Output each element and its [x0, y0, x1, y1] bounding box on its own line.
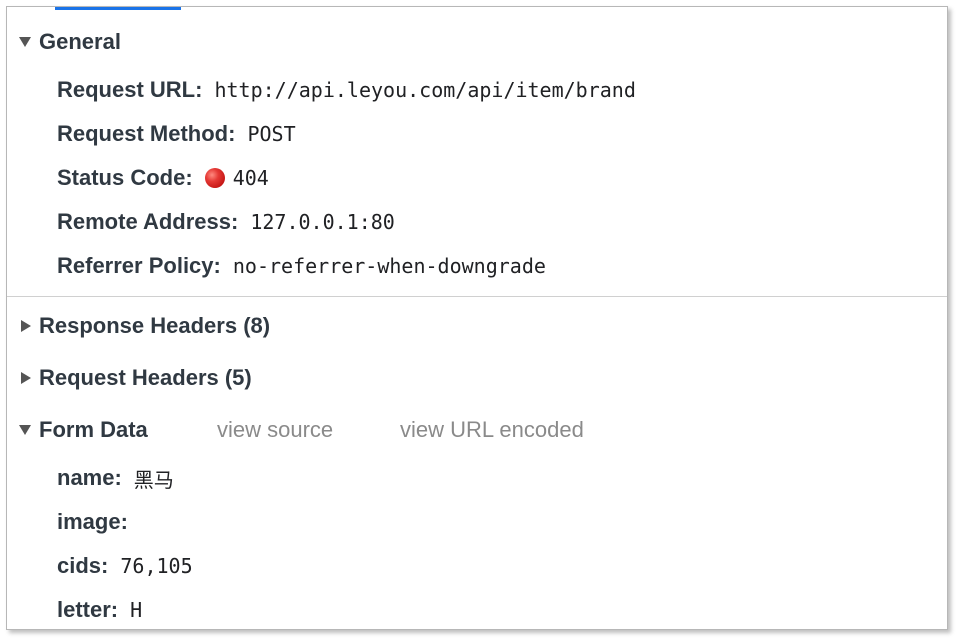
section-response-headers-title: Response Headers (8) — [39, 313, 271, 338]
view-url-encoded-label: view URL encoded — [400, 417, 584, 442]
request-method-value: POST — [247, 122, 296, 146]
request-url-value: http://api.leyou.com/api/item/brand — [214, 78, 636, 102]
form-letter-label: letter: — [57, 597, 119, 622]
form-name-label: name: — [57, 465, 122, 490]
referrer-policy-label: Referrer Policy: — [57, 253, 221, 278]
active-tab-indicator — [55, 7, 181, 10]
headers-panel: General Request URL: http://api.leyou.co… — [6, 6, 948, 630]
referrer-policy-value: no-referrer-when-downgrade — [232, 254, 546, 278]
triangle-down-icon — [19, 425, 31, 435]
form-row-image: image: — [57, 507, 140, 537]
section-form-data-toggle[interactable]: Form Data — [19, 415, 148, 445]
form-row-name: name: 黑马 — [57, 463, 174, 493]
section-divider — [7, 296, 947, 297]
general-row-referrer-policy: Referrer Policy: no-referrer-when-downgr… — [57, 251, 546, 281]
form-row-letter: letter: H — [57, 595, 142, 625]
request-method-label: Request Method: — [57, 121, 236, 146]
remote-address-label: Remote Address: — [57, 209, 239, 234]
form-letter-value: H — [130, 598, 143, 622]
section-form-data-title: Form Data — [39, 417, 148, 442]
remote-address-value: 127.0.0.1:80 — [250, 210, 395, 234]
view-url-encoded-link[interactable]: view URL encoded — [400, 415, 584, 445]
general-row-remote-address: Remote Address: 127.0.0.1:80 — [57, 207, 395, 237]
form-cids-value: 76,105 — [120, 554, 193, 578]
general-row-status-code: Status Code: 404 — [57, 163, 269, 193]
triangle-down-icon — [19, 37, 31, 47]
general-row-request-method: Request Method: POST — [57, 119, 296, 149]
view-source-link[interactable]: view source — [217, 415, 333, 445]
status-error-dot-icon — [204, 168, 225, 188]
form-row-cids: cids: 76,105 — [57, 551, 193, 581]
status-code-value: 404 — [232, 166, 269, 190]
view-source-label: view source — [217, 417, 334, 442]
status-code-label: Status Code: — [57, 165, 193, 190]
triangle-right-icon — [21, 372, 31, 384]
section-response-headers-toggle[interactable]: Response Headers (8) — [19, 311, 270, 341]
form-cids-label: cids: — [57, 553, 109, 578]
section-general-title: General — [39, 29, 121, 54]
section-request-headers-toggle[interactable]: Request Headers (5) — [19, 363, 252, 393]
section-request-headers-title: Request Headers (5) — [39, 365, 252, 390]
request-url-label: Request URL: — [57, 77, 203, 102]
general-row-request-url: Request URL: http://api.leyou.com/api/it… — [57, 75, 636, 105]
triangle-right-icon — [21, 320, 31, 332]
form-name-value: 黑马 — [133, 467, 174, 492]
form-image-label: image: — [57, 509, 128, 534]
section-general-toggle[interactable]: General — [19, 27, 121, 57]
